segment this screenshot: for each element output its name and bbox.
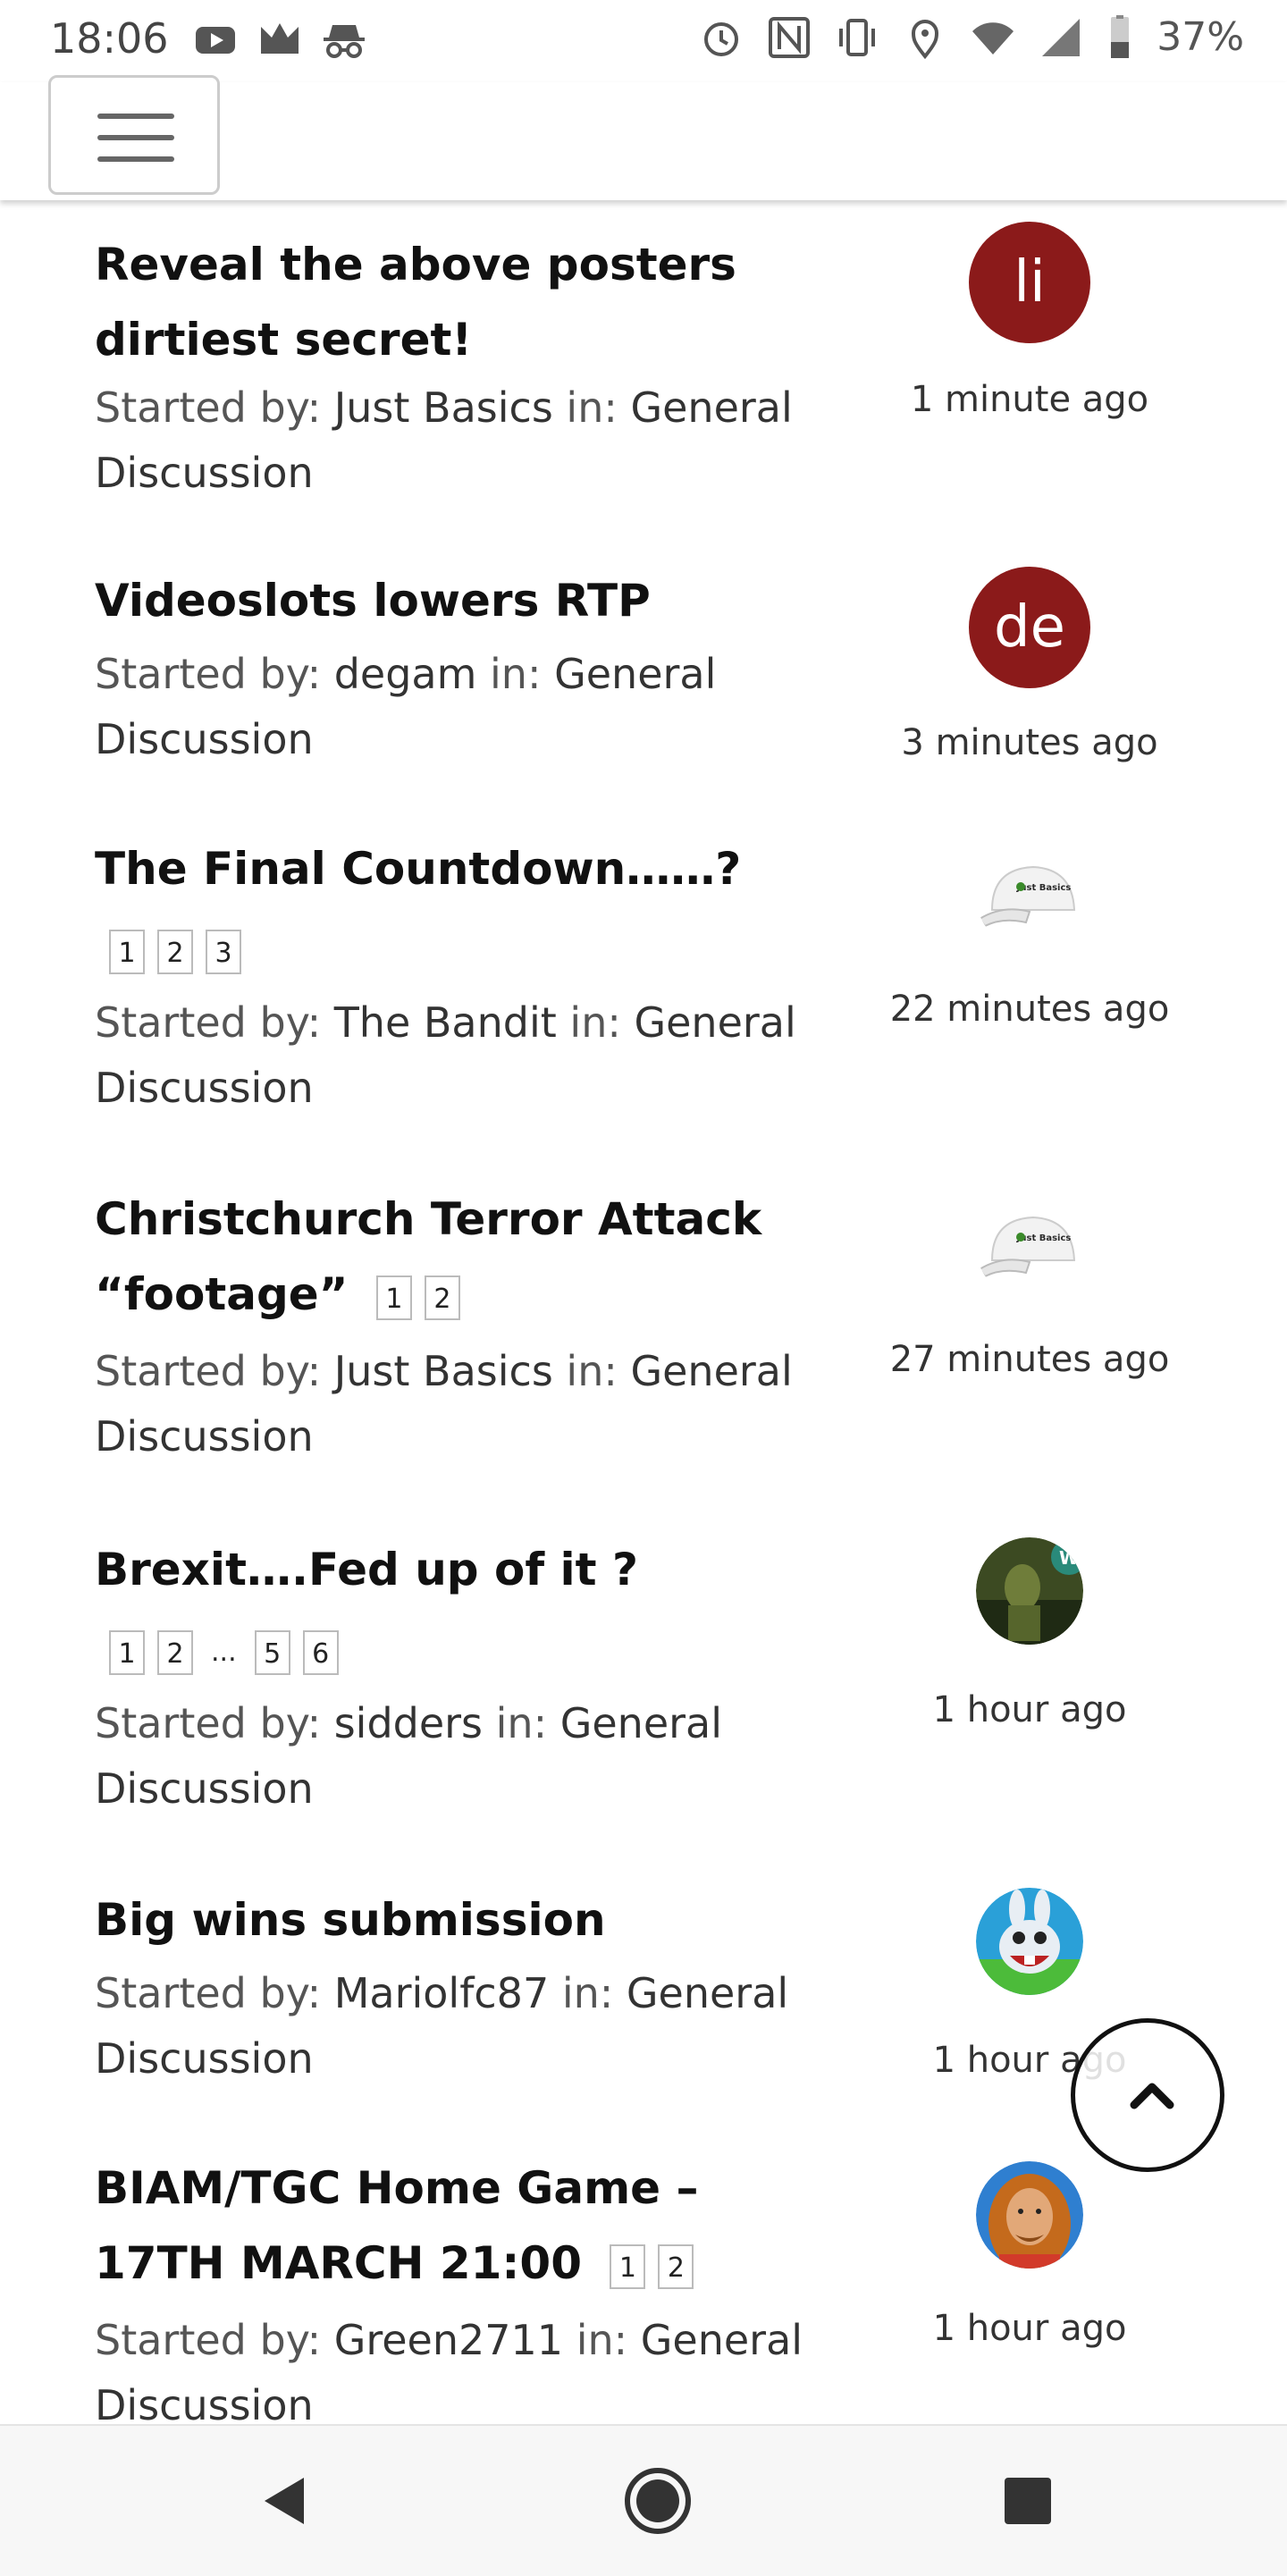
page-link[interactable]: 2 [157, 1630, 193, 1675]
recents-icon[interactable] [1001, 2474, 1055, 2528]
author-link[interactable]: Mariolfc87 [334, 1969, 550, 2017]
board-link[interactable]: General [630, 1347, 792, 1395]
battery-percent: 37% [1157, 14, 1244, 60]
page-link[interactable]: 2 [424, 1275, 460, 1320]
vibrate-icon [839, 18, 876, 56]
portrait-avatar[interactable] [976, 2161, 1083, 2269]
avatar[interactable]: li [969, 222, 1090, 343]
board-link[interactable]: Discussion [95, 1756, 810, 1822]
board-link[interactable]: Discussion [95, 1056, 810, 1121]
board-link[interactable]: Discussion [95, 1404, 810, 1469]
topic-title[interactable]: Big wins submission [95, 1882, 810, 1957]
page-link[interactable]: 1 [610, 2243, 646, 2289]
last-post-time[interactable]: 1 minute ago [858, 379, 1201, 420]
topic-title[interactable]: The Final Countdown……? [95, 831, 810, 906]
status-bar: 18:06 37% [0, 0, 1287, 82]
page-link[interactable]: 2 [658, 2243, 694, 2289]
svg-text:W: W [1059, 1547, 1079, 1569]
author-link[interactable]: The Bandit [334, 998, 557, 1047]
page-link[interactable]: 1 [375, 1275, 412, 1320]
board-link[interactable]: General [560, 1699, 722, 1747]
topic-meta: Started by: degam in: General Discussion [95, 642, 810, 772]
warrior-avatar[interactable]: W [976, 1537, 1083, 1645]
topic-meta: Started by: sidders in: General Discussi… [95, 1691, 810, 1822]
author-link[interactable]: Just Basics [334, 383, 553, 432]
last-post-time[interactable]: 22 minutes ago [858, 989, 1201, 1030]
board-link[interactable]: Discussion [95, 2026, 810, 2092]
pagination: 1 2 ... 5 6 [105, 1630, 339, 1675]
youtube-icon [196, 27, 235, 54]
page-link[interactable]: 3 [206, 930, 241, 974]
incognito-icon [324, 25, 365, 58]
back-to-top-button[interactable] [1071, 2018, 1224, 2172]
last-post-time[interactable]: 27 minutes ago [858, 1339, 1201, 1380]
battery-icon [1111, 14, 1130, 58]
home-icon[interactable] [622, 2465, 694, 2537]
rabbit-avatar[interactable] [976, 1888, 1083, 1995]
topic-title[interactable]: Videoslots lowers RTP [95, 563, 810, 638]
pagination: 1 2 3 [105, 930, 241, 974]
topic-title[interactable]: Brexit….Fed up of it ? [95, 1532, 810, 1607]
system-nav-bar [0, 2424, 1287, 2576]
author-link[interactable]: Green2711 [334, 2316, 563, 2364]
last-post-time[interactable]: 1 hour ago [858, 2308, 1201, 2349]
topic-title[interactable]: Christchurch Terror Attack “footage” 1 2 [95, 1182, 810, 1332]
board-link[interactable]: Discussion [95, 441, 810, 506]
topic-meta: Started by: Green2711 in: General Discus… [95, 2308, 810, 2438]
board-link[interactable]: Discussion [95, 707, 810, 772]
page-link[interactable]: 1 [109, 930, 145, 974]
page-link[interactable]: 5 [254, 1630, 290, 1675]
status-time: 18:06 [50, 14, 169, 63]
author-link[interactable]: sidders [334, 1699, 483, 1747]
menu-button[interactable] [48, 75, 220, 195]
topic-meta: Started by: Mariolfc87 in: General Discu… [95, 1961, 810, 2092]
board-link[interactable]: General [634, 998, 795, 1047]
topic-title[interactable]: BIAM/TGC Home Game – 17TH MARCH 21:00 1 … [95, 2151, 810, 2301]
board-link[interactable]: General [554, 650, 716, 698]
hamburger-icon [97, 114, 174, 119]
cap-avatar[interactable]: Just Basics [976, 1192, 1083, 1300]
topic-meta: Started by: Just Basics in: General Disc… [95, 1339, 810, 1469]
nfc-icon [769, 16, 811, 58]
avatar[interactable]: de [969, 567, 1090, 688]
board-link[interactable]: General [627, 1969, 788, 2017]
back-icon[interactable] [257, 2474, 311, 2528]
author-link[interactable]: Just Basics [334, 1347, 553, 1395]
board-link[interactable]: General [630, 383, 792, 432]
cap-avatar[interactable]: Just Basics [976, 842, 1083, 949]
chevron-up-icon [1130, 2083, 1174, 2109]
last-post-time[interactable]: 3 minutes ago [858, 722, 1201, 763]
crown-icon [261, 23, 299, 54]
location-icon [912, 19, 939, 59]
page-link[interactable]: 2 [157, 930, 193, 974]
alarm-icon [704, 21, 739, 56]
wifi-icon [972, 21, 1014, 55]
topic-meta: Started by: The Bandit in: General Discu… [95, 990, 810, 1121]
author-link[interactable]: degam [334, 650, 477, 698]
board-link[interactable]: General [641, 2316, 803, 2364]
page-link[interactable]: 1 [109, 1630, 145, 1675]
topic-meta: Started by: Just Basics in: General Disc… [95, 375, 810, 506]
signal-icon [1042, 18, 1081, 56]
last-post-time[interactable]: 1 hour ago [858, 1689, 1201, 1730]
page-link[interactable]: 6 [302, 1630, 339, 1675]
page-ellipsis: ... [211, 1637, 237, 1668]
topic-title[interactable]: Reveal the above posters dirtiest secret… [95, 227, 810, 377]
